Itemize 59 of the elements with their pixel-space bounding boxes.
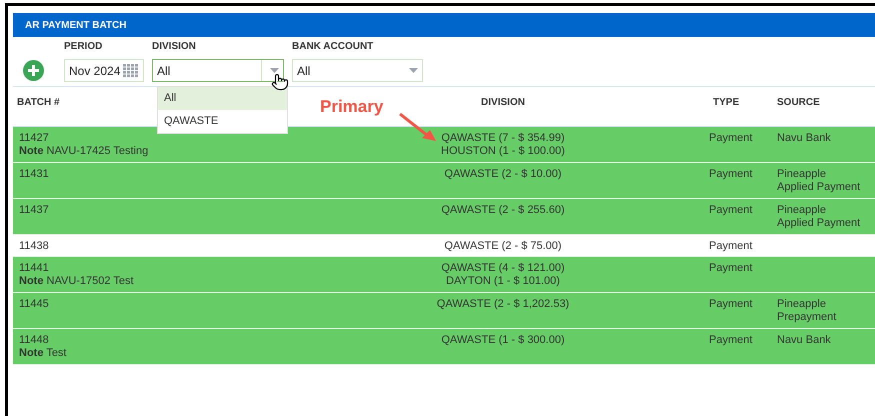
source-cell: Navu Bank	[777, 132, 831, 145]
source-cell: Navu Bank	[777, 334, 831, 347]
column-header: TYPE	[712, 96, 740, 110]
filter-label: BANK ACCOUNT	[292, 40, 374, 54]
select-field[interactable]: All	[152, 59, 284, 82]
batch-number: 11448	[19, 334, 50, 347]
batch-number: 11427	[19, 132, 50, 145]
division-cell: QAWASTE (4 - $ 121.00)	[441, 262, 565, 275]
division-cell: QAWASTE (1 - $ 300.00)	[441, 334, 565, 347]
filter-label: DIVISION	[152, 40, 197, 54]
column-header: SOURCE	[776, 96, 820, 110]
table-row[interactable]: 11445 QAWASTE (2 - $ 1,202.53) Payment Pineapple Prepayment	[13, 293, 875, 329]
caret-icon[interactable]	[409, 68, 418, 73]
batch-note: Note Test	[19, 347, 68, 360]
source-cell-text: Pineapple	[777, 204, 827, 217]
table-row[interactable]: 11448 Note Test QAWASTE (1 - $ 300.00) Payment Navu Bank	[13, 329, 875, 365]
page-title: AR PAYMENT BATCH	[25, 18, 126, 32]
type-cell-text: Payment	[708, 168, 754, 181]
division-cell: HOUSTON (1 - $ 100.00)	[441, 145, 565, 158]
batch-number: 11431	[19, 168, 50, 181]
batch-number: 11438	[19, 240, 50, 253]
table-row[interactable]: 11441 Note NAVU-17502 Test QAWASTE (4 - $ 121.00) DAYTON (1 - $ 101.00) Payment	[13, 257, 875, 293]
select-field[interactable]: All	[292, 59, 423, 82]
add-button[interactable]	[23, 60, 44, 81]
source-cell: Applied Payment	[777, 181, 860, 194]
division-cell: DAYTON (1 - $ 101.00)	[446, 275, 560, 288]
table-row[interactable]: 11437 QAWASTE (2 - $ 255.60) Payment Pineapple Applied Payment	[13, 199, 875, 235]
type-cell-text: Payment	[708, 298, 754, 311]
type-cell-text: Payment	[708, 204, 754, 217]
type-cell-text: Payment	[708, 132, 754, 145]
dropdown-option[interactable]: All	[158, 87, 287, 110]
type-cell-text: Payment	[708, 240, 754, 253]
table-row[interactable]: 11427 Note NAVU-17425 Testing QAWASTE (7 - $ 354.99) HOUSTON (1 - $ 100.00) Payment Navu Bank	[13, 127, 875, 163]
calendar-icon[interactable]	[123, 64, 139, 78]
filter-label: PERIOD	[64, 40, 104, 54]
date-field[interactable]: Nov 2024	[64, 59, 144, 82]
annotation-arrow	[398, 112, 438, 142]
type-cell-text: Payment	[708, 334, 754, 347]
source-cell-text: Pineapple	[777, 298, 827, 311]
batch-number: 11445	[19, 298, 50, 311]
source-cell: Applied Payment	[777, 217, 860, 230]
table-row[interactable]: 11431 QAWASTE (2 - $ 10.00) Payment Pineapple Applied Payment	[13, 163, 875, 199]
batch-number: 11437	[19, 204, 50, 217]
batch-note: Note NAVU-17502 Test	[19, 275, 135, 288]
column-header: BATCH #	[17, 96, 60, 110]
division-cell: QAWASTE (7 - $ 354.99)	[441, 132, 565, 145]
caret-icon[interactable]	[270, 68, 279, 73]
type-cell-text: Payment	[708, 262, 754, 275]
plus-icon	[28, 65, 39, 76]
column-header: DIVISION	[481, 96, 525, 110]
source-cell-text: Pineapple	[777, 168, 827, 181]
division-cell: QAWASTE (2 - $ 1,202.53)	[436, 298, 570, 311]
division-cell: QAWASTE (2 - $ 255.60)	[441, 204, 565, 217]
annotation-label: Primary	[320, 96, 384, 118]
source-cell: Prepayment	[777, 311, 836, 324]
division-cell: QAWASTE (2 - $ 10.00)	[444, 168, 562, 181]
batch-number: 11441	[19, 262, 50, 275]
division-cell: QAWASTE (2 - $ 75.00)	[444, 240, 562, 253]
batch-note: Note NAVU-17425 Testing	[19, 145, 150, 158]
